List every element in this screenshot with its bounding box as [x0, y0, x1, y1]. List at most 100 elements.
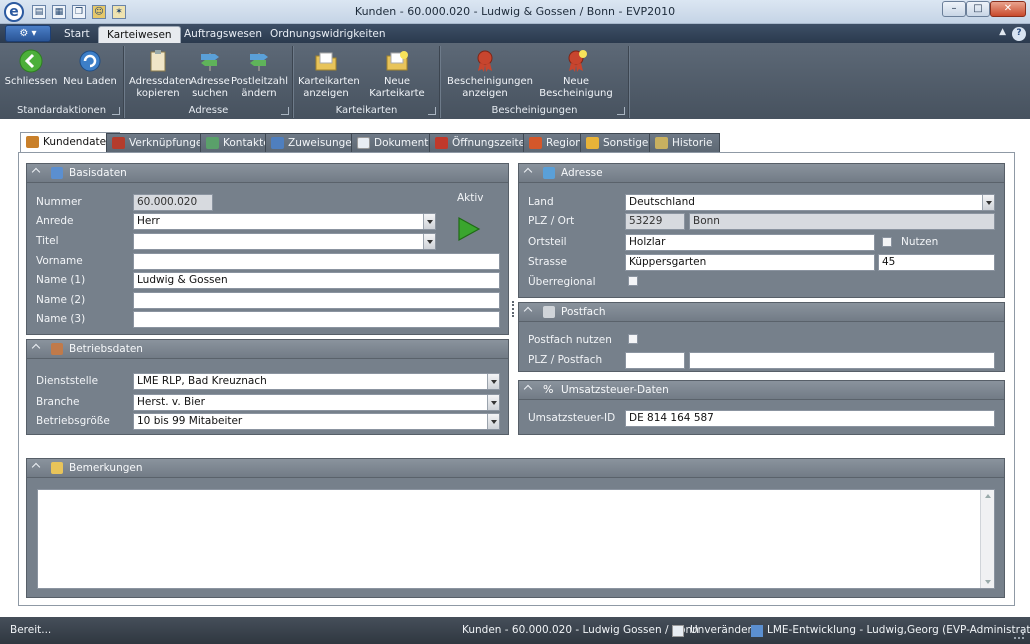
label-name1: Name (1): [36, 274, 86, 286]
panel-header[interactable]: Basisdaten: [27, 164, 508, 183]
tab-kundendaten[interactable]: Kundendaten: [20, 132, 120, 153]
panel-header[interactable]: Adresse: [519, 164, 1004, 183]
name3-field[interactable]: [133, 311, 500, 328]
tab-content-kundendaten: Basisdaten Nummer 60.000.020 Anrede Herr…: [18, 152, 1015, 606]
back-arrow-icon: [19, 49, 43, 73]
quick-doc-icon[interactable]: ▦: [52, 5, 66, 19]
neue-bescheinigung-button[interactable]: Neue Bescheinigung: [529, 48, 623, 100]
quick-save-icon[interactable]: ▤: [32, 5, 46, 19]
name1-field[interactable]: Ludwig & Gossen: [133, 272, 500, 289]
data-sheet-icon: [51, 167, 63, 179]
vertical-scrollbar[interactable]: [980, 490, 994, 588]
maximize-button[interactable]: □: [966, 1, 990, 17]
postfach-field[interactable]: [689, 352, 995, 369]
group-expand-icon[interactable]: [428, 107, 436, 115]
tab-ordnungswidrigkeiten[interactable]: Ordnungswidrigkeiten: [262, 26, 394, 43]
chevron-down-icon[interactable]: [982, 195, 994, 210]
ribbon-group-bescheinigungen: Bescheinigungen anzeigen Neue Bescheinig…: [441, 46, 629, 118]
vorname-field[interactable]: [133, 253, 500, 270]
refresh-icon: [79, 50, 101, 72]
ueberregional-checkbox[interactable]: [628, 276, 638, 286]
certificate-new-icon: [568, 50, 587, 72]
chevron-down-icon[interactable]: [423, 234, 435, 249]
quick-star-icon[interactable]: ✶: [112, 5, 126, 19]
neu-laden-button[interactable]: Neu Laden: [62, 48, 118, 88]
postfach-nutzen-checkbox[interactable]: [628, 334, 638, 344]
bemerkungen-textarea[interactable]: [37, 489, 995, 589]
group-expand-icon[interactable]: [617, 107, 625, 115]
collapse-ribbon-icon[interactable]: ▲: [999, 27, 1006, 37]
land-select[interactable]: Deutschland: [625, 194, 995, 211]
group-expand-icon[interactable]: [112, 107, 120, 115]
folder-icon: [586, 137, 599, 149]
tab-historie[interactable]: Historie: [649, 133, 720, 152]
label-branche: Branche: [36, 396, 80, 408]
nutzen-checkbox[interactable]: [882, 237, 892, 247]
document-icon: [357, 137, 370, 149]
collapse-chevron-icon[interactable]: [523, 306, 533, 316]
branche-select[interactable]: Herst. v. Bier: [133, 394, 500, 411]
quick-copy-icon[interactable]: ❐: [72, 5, 86, 19]
schliessen-button[interactable]: Schliessen: [3, 48, 59, 88]
collapse-chevron-icon[interactable]: [31, 462, 41, 472]
panel-header[interactable]: Postfach: [519, 303, 1004, 322]
status-ready: Bereit...: [10, 624, 52, 636]
collapse-chevron-icon[interactable]: [523, 384, 533, 394]
aktiv-play-icon[interactable]: [457, 216, 481, 242]
help-icon[interactable]: ?: [1012, 27, 1026, 41]
chevron-down-icon[interactable]: [487, 414, 499, 429]
percent-icon: %: [543, 383, 554, 396]
assign-icon: [271, 137, 284, 149]
chevron-down-icon[interactable]: [423, 214, 435, 229]
panel-bemerkungen: Bemerkungen: [26, 458, 1005, 598]
anrede-select[interactable]: Herr: [133, 213, 436, 230]
panel-header[interactable]: Bemerkungen: [27, 459, 1004, 478]
signpost-search-icon: [201, 53, 219, 71]
collapse-chevron-icon[interactable]: [31, 167, 41, 177]
region-icon: [529, 137, 542, 149]
tab-auftragswesen[interactable]: Auftragswesen: [176, 26, 270, 43]
adressdaten-kopieren-button[interactable]: Adressdaten kopieren: [129, 48, 191, 100]
contacts-icon: [206, 137, 219, 149]
strasse-field[interactable]: Küppersgarten: [625, 254, 875, 271]
postfach-plz-field[interactable]: [625, 352, 685, 369]
karteikarten-anzeigen-button[interactable]: Karteikarten anzeigen: [298, 48, 360, 100]
ortsteil-field[interactable]: Holzlar: [625, 234, 875, 251]
status-bar: Bereit... Kunden - 60.000.020 - Ludwig G…: [0, 617, 1030, 644]
betriebsgroesse-select[interactable]: 10 bis 99 Mitabeiter: [133, 413, 500, 430]
tab-start[interactable]: Start: [56, 26, 98, 43]
titel-select[interactable]: [133, 233, 436, 250]
bescheinigungen-anzeigen-button[interactable]: Bescheinigungen anzeigen: [447, 48, 533, 100]
panel-header[interactable]: % Umsatzsteuer-Daten: [519, 381, 1004, 400]
dienststelle-select[interactable]: LME RLP, Bad Kreuznach: [133, 373, 500, 390]
minimize-button[interactable]: –: [942, 1, 966, 17]
hausnummer-field[interactable]: 45: [878, 254, 995, 271]
link-icon: [112, 137, 125, 149]
label-plz-postfach: PLZ / Postfach: [528, 354, 603, 366]
postleitzahl-aendern-button[interactable]: Postleitzahl ändern: [231, 48, 288, 100]
label-dienststelle: Dienststelle: [36, 375, 99, 387]
chevron-down-icon[interactable]: [487, 395, 499, 410]
panel-header[interactable]: Betriebsdaten: [27, 340, 508, 359]
resize-grip-icon[interactable]: [1014, 629, 1024, 639]
neue-karteikarte-button[interactable]: Neue Karteikarte: [358, 48, 436, 100]
tab-karteiwesen[interactable]: Karteiwesen: [98, 26, 181, 43]
adresse-suchen-button[interactable]: Adresse suchen: [189, 48, 231, 100]
close-button[interactable]: ✕: [990, 1, 1026, 17]
panel-splitter[interactable]: [512, 301, 515, 317]
ort-field: Bonn: [689, 213, 995, 230]
ribbon-group-adresse: Adressdaten kopieren Adresse suchen Post…: [125, 46, 293, 118]
app-menu-button[interactable]: ⚙ ▾: [5, 25, 51, 42]
quick-users-icon[interactable]: ☺: [92, 5, 106, 19]
app-logo-icon[interactable]: e: [4, 2, 24, 22]
chevron-down-icon[interactable]: [487, 374, 499, 389]
collapse-chevron-icon[interactable]: [31, 343, 41, 353]
collapse-chevron-icon[interactable]: [523, 167, 533, 177]
clipboard-icon: [150, 50, 166, 72]
name2-field[interactable]: [133, 292, 500, 309]
group-expand-icon[interactable]: [281, 107, 289, 115]
umsatzsteuer-id-field[interactable]: DE 814 164 587: [625, 410, 995, 427]
label-vorname: Vorname: [36, 255, 83, 267]
label-postfach-nutzen: Postfach nutzen: [528, 334, 612, 346]
label-anrede: Anrede: [36, 215, 74, 227]
